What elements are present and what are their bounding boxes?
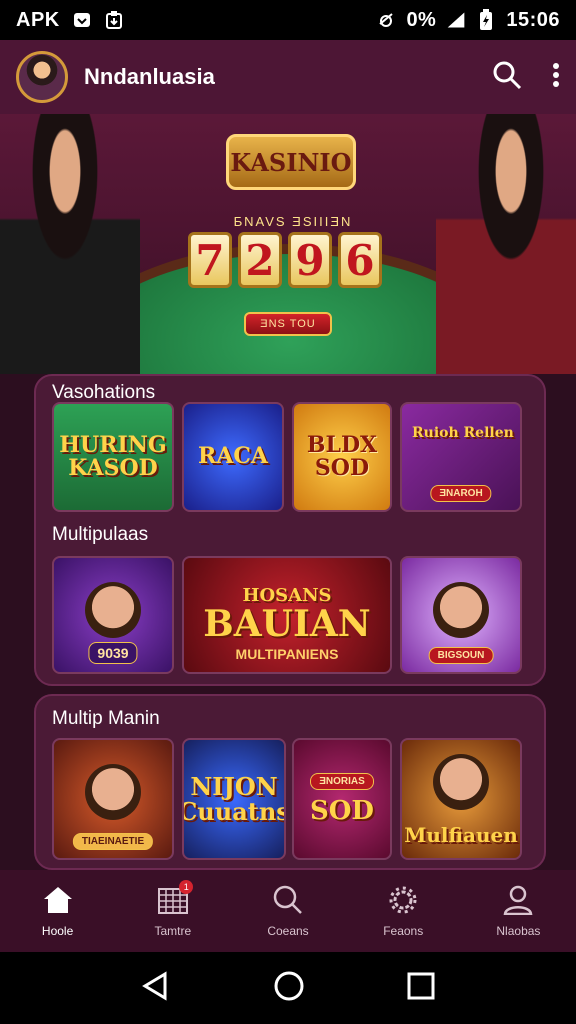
nav-item-feaons[interactable]: Feaons <box>346 870 461 952</box>
nav-item-tamtre[interactable]: 1 Tamtre <box>115 870 230 952</box>
nav-label: Feaons <box>383 923 424 938</box>
game-tile-title: HURING KASOD <box>59 431 167 481</box>
status-app-label: APK <box>16 8 60 31</box>
hero-banner[interactable]: KASINIO ƂNAVS ƎSIIIƎN 7 2 9 6 ƎNS TOU <box>0 114 576 374</box>
game-tile-title: BLDX SOD <box>306 431 378 481</box>
hero-digits: 7 2 9 6 <box>188 232 382 288</box>
hero-cta-button[interactable]: ƎNS TOU <box>244 312 332 336</box>
game-tile[interactable]: NIJON Cuuatns <box>182 738 286 860</box>
hero-digit: 9 <box>288 232 332 288</box>
section-title: Vasohations <box>52 382 156 403</box>
character-image <box>433 754 489 810</box>
search-icon <box>272 885 304 918</box>
game-tile-badge: ƎNAROH <box>430 485 492 502</box>
notification-badge: 1 <box>179 880 194 894</box>
avatar[interactable] <box>16 51 68 103</box>
game-tile-title: SOD <box>310 795 374 826</box>
hero-digit: 2 <box>238 232 282 288</box>
system-navigation <box>0 952 576 1024</box>
game-tile[interactable]: Mulfiauen <box>400 738 522 860</box>
game-tile[interactable]: ƎNORIAS SOD <box>292 738 392 860</box>
section-title: Multip Manin <box>52 708 160 729</box>
game-tile-badge: ƎNORIAS <box>310 772 374 790</box>
battery-percent: 0% <box>406 8 437 31</box>
game-tile[interactable]: 9039 <box>52 556 174 674</box>
hero-logo: KASINIO <box>226 134 356 190</box>
gear-icon <box>387 885 419 918</box>
character-image <box>85 582 141 638</box>
home-icon <box>42 885 74 918</box>
recents-icon[interactable] <box>407 972 435 1005</box>
game-tile[interactable]: BLDX SOD <box>292 402 392 512</box>
game-tile[interactable]: BIGSOUN <box>400 556 522 674</box>
game-tile[interactable]: TIAEINAETIE <box>52 738 174 860</box>
search-icon[interactable] <box>492 60 522 95</box>
nav-item-coeans[interactable]: Coeans <box>230 870 345 952</box>
game-tile[interactable]: Ruioh Rellen ƎNAROH <box>400 402 522 512</box>
game-tile-title: Ruioh Rellen <box>412 425 514 441</box>
character-image <box>433 582 489 638</box>
nav-label: Nlaobas <box>496 923 541 938</box>
clock: 15:06 <box>506 8 560 31</box>
game-tile-title: Mulfiauen <box>404 823 518 847</box>
hero-digit: 6 <box>338 232 382 288</box>
player-right-image <box>436 114 576 374</box>
nav-label: Tamtre <box>154 923 192 938</box>
game-tile[interactable]: RACA <box>182 402 284 512</box>
download-icon <box>104 10 124 30</box>
game-tile[interactable]: HOSANS BAUIAN MULTIPANIENS <box>182 556 392 674</box>
back-icon[interactable] <box>141 970 171 1006</box>
home-circle-icon[interactable] <box>273 970 305 1007</box>
nav-label: Coeans <box>267 923 309 938</box>
game-tile-badge: 9039 <box>88 642 138 664</box>
app-bar: Nndanluasia <box>0 40 576 114</box>
notification-icon <box>72 10 92 30</box>
game-tile-badge: MULTIPANIENS <box>235 646 339 662</box>
battery-icon <box>476 9 496 30</box>
bottom-navigation: Hoole 1 Tamtre Coeans Feaons Nlaobas <box>0 870 576 952</box>
game-tile-badge: TIAEINAETIE <box>72 833 154 850</box>
more-options-icon[interactable] <box>552 62 560 93</box>
section-title: Multipulaas <box>52 524 149 545</box>
mute-icon <box>376 10 396 30</box>
status-bar: APK 0% 15:06 <box>0 0 576 40</box>
game-tile-badge: BIGSOUN <box>428 647 494 664</box>
profile-icon <box>502 885 534 918</box>
hero-subtitle: ƂNAVS ƎSIIIƎN <box>233 214 353 229</box>
app-title: Nndanluasia <box>84 64 215 89</box>
player-left-image <box>0 114 140 374</box>
nav-item-home[interactable]: Hoole <box>0 870 115 952</box>
hero-digit: 7 <box>188 232 232 288</box>
game-tile-title: NIJON Cuuatns <box>182 771 286 826</box>
game-tile[interactable]: HURING KASOD <box>52 402 174 512</box>
nav-item-nlaobas[interactable]: Nlaobas <box>461 870 576 952</box>
character-image <box>85 764 141 820</box>
game-tile-title: BAUIAN <box>203 602 371 645</box>
nav-label: Hoole <box>41 923 74 938</box>
game-sections: Vasohations Multipulaas Multip Manin HUR… <box>0 374 576 870</box>
signal-icon <box>446 10 466 30</box>
game-tile-title: RACA <box>198 443 268 470</box>
